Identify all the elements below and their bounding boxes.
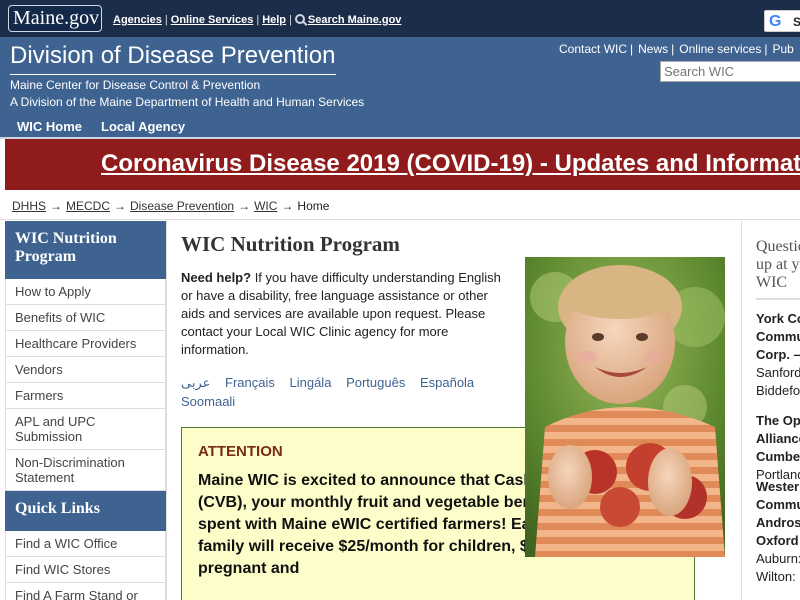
header-links: Contact WIC | News | Online services | Pub <box>559 42 794 56</box>
sidebar-item-how-to-apply[interactable]: How to Apply <box>5 279 166 305</box>
agency-york: York County Community Action Corp. – Yor… <box>756 310 800 400</box>
top-links: Agencies | Online Services | Help | Search Mai… <box>113 14 402 26</box>
breadcrumb-arrow: → <box>281 199 294 213</box>
nav-local-agency[interactable]: Local Agency <box>101 119 185 134</box>
main-nav: WIC Home Local Agency <box>0 117 800 138</box>
online-services-link[interactable]: Online Services <box>171 14 254 26</box>
google-icon: G <box>769 13 782 30</box>
contact-wic-link[interactable]: Contact WIC <box>559 42 627 56</box>
right-sidebar-divider <box>756 298 800 300</box>
top-bar: Maine.gov Agencies | Online Services | Help |… <box>0 0 800 37</box>
agency-opportunity-alliance: The Opportunity Alliance – Cumberland Po… <box>756 412 800 484</box>
breadcrumb-arrow: → <box>238 199 251 213</box>
site-title[interactable]: Division of Disease Prevention <box>10 42 336 75</box>
lang-somali-link[interactable]: Soomaali <box>181 394 235 409</box>
help-label: Need help? <box>181 270 252 285</box>
lang-french-link[interactable]: Français <box>225 375 275 390</box>
language-links: عربى Français Lingála Português Española… <box>181 373 511 411</box>
sidebar-heading-quick-links: Quick Links <box>5 491 166 531</box>
breadcrumb-arrow: → <box>114 199 127 213</box>
agency-cities: Auburn: Wilton: <box>756 551 800 584</box>
agency-name[interactable]: The Opportunity Alliance – Cumberland <box>756 412 800 466</box>
agency-name[interactable]: Western Maine Community Action – Androsc… <box>756 478 800 550</box>
site-header: Division of Disease Prevention Maine Cen… <box>0 37 800 138</box>
news-link[interactable]: News <box>638 42 668 56</box>
sidebar-item-find-farm-stand[interactable]: Find A Farm Stand or <box>5 583 166 600</box>
covid-banner: Coronavirus Disease 2019 (COVID-19) - Up… <box>5 139 800 190</box>
sidebar-heading-wic-program: WIC Nutrition Program <box>5 221 166 279</box>
sidebar-item-benefits[interactable]: Benefits of WIC <box>5 305 166 331</box>
help-link[interactable]: Help <box>262 14 286 26</box>
attention-title: ATTENTION <box>198 443 283 460</box>
breadcrumb-current: Home <box>297 199 330 213</box>
left-sidebar: WIC Nutrition Program How to Apply Benef… <box>5 221 166 600</box>
sidebar-item-find-wic-stores[interactable]: Find WIC Stores <box>5 557 166 583</box>
search-wic-input[interactable] <box>660 61 800 82</box>
breadcrumb-wic[interactable]: WIC <box>254 199 277 213</box>
child-with-apples-photo <box>525 257 725 557</box>
lang-portuguese-link[interactable]: Português <box>346 375 405 390</box>
sidebar-item-find-wic-office[interactable]: Find a WIC Office <box>5 531 166 557</box>
lang-arabic-link[interactable]: عربى <box>181 375 210 390</box>
lang-lingala-link[interactable]: Lingála <box>290 375 332 390</box>
agency-name[interactable]: York County Community Action Corp. – Yor… <box>756 310 800 364</box>
sidebar-item-farmers[interactable]: Farmers <box>5 383 166 409</box>
lang-spanish-link[interactable]: Española <box>420 375 474 390</box>
publications-link[interactable]: Pub <box>772 42 793 56</box>
sidebar-item-healthcare-providers[interactable]: Healthcare Providers <box>5 331 166 357</box>
maine-gov-logo[interactable]: Maine.gov <box>8 5 102 32</box>
agency-western-maine: Western Maine Community Action – Androsc… <box>756 478 800 586</box>
breadcrumb-mecdc[interactable]: MECDC <box>66 199 110 213</box>
breadcrumb-disease-prevention[interactable]: Disease Prevention <box>130 199 234 213</box>
nav-wic-home[interactable]: WIC Home <box>17 119 82 134</box>
right-sidebar-title: Questions? Sign up at your local WIC <box>756 238 800 291</box>
site-subtitle-dhhs: A Division of the Maine Department of He… <box>10 95 365 109</box>
translate-label: S <box>793 15 800 29</box>
agencies-link[interactable]: Agencies <box>113 14 162 26</box>
sidebar-item-non-discrimination[interactable]: Non-Discrimination Statement <box>5 450 166 491</box>
online-services-header-link[interactable]: Online services <box>679 42 761 56</box>
search-icon <box>294 14 305 24</box>
agency-cities: Sanford Biddeford <box>756 365 800 398</box>
covid-banner-link[interactable]: Coronavirus Disease 2019 (COVID-19) - Up… <box>101 150 800 178</box>
help-paragraph: Need help? If you have difficulty unders… <box>181 269 511 359</box>
page-title: WIC Nutrition Program <box>181 232 400 256</box>
search-maine-gov-link[interactable]: Search Maine.gov <box>308 14 402 26</box>
google-translate-widget[interactable]: G S <box>764 10 800 32</box>
breadcrumb: DHHS → MECDC → Disease Prevention → WIC → Home <box>0 190 800 220</box>
site-subtitle-cdc: Maine Center for Disease Control & Preve… <box>10 78 261 92</box>
right-sidebar: Questions? Sign up at your local WIC Yor… <box>741 221 800 600</box>
breadcrumb-dhhs[interactable]: DHHS <box>12 199 46 213</box>
breadcrumb-arrow: → <box>50 199 63 213</box>
sidebar-item-apl-upc[interactable]: APL and UPC Submission <box>5 409 166 450</box>
sidebar-item-vendors[interactable]: Vendors <box>5 357 166 383</box>
